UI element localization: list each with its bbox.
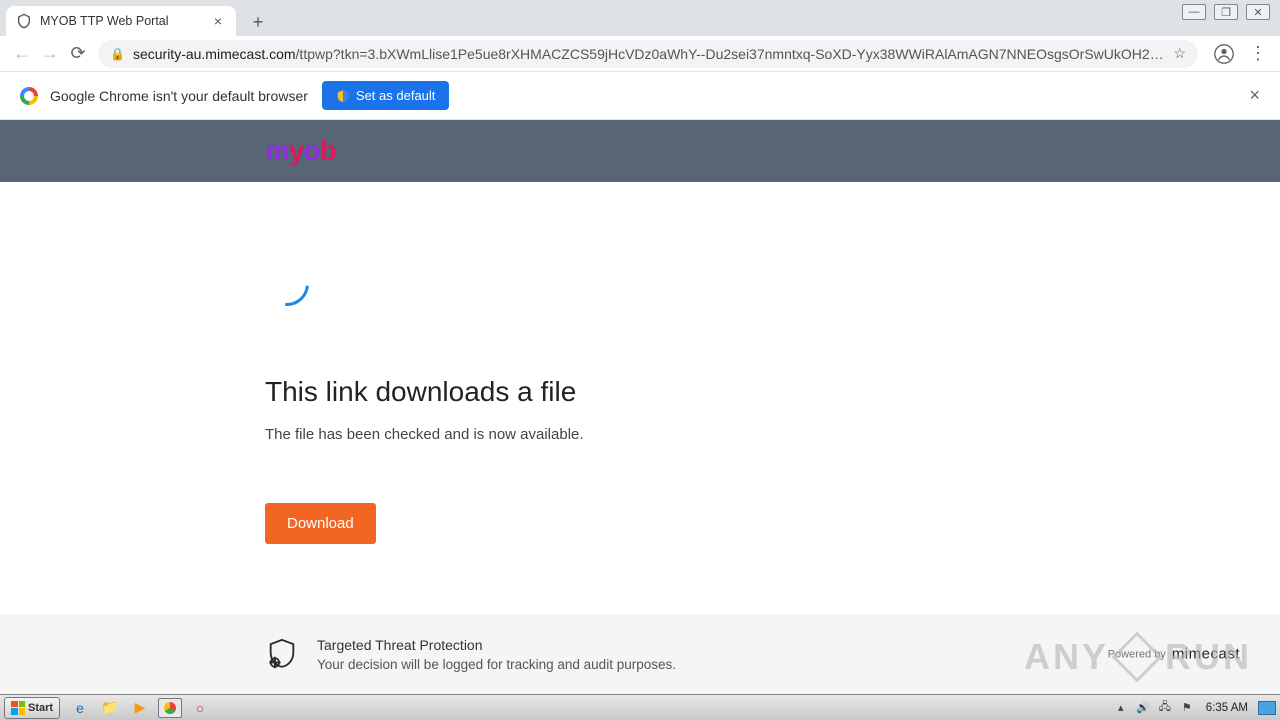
- nav-forward-button[interactable]: →: [36, 40, 64, 68]
- window-minimize-icon[interactable]: —: [1182, 4, 1206, 20]
- bookmark-star-icon[interactable]: ☆: [1173, 45, 1186, 62]
- profile-avatar-icon[interactable]: [1210, 40, 1238, 68]
- footer-note: Your decision will be logged for trackin…: [317, 657, 676, 672]
- url-text: security-au.mimecast.com/ttpwp?tkn=3.bXW…: [133, 46, 1165, 62]
- window-maximize-icon[interactable]: ❐: [1214, 4, 1238, 20]
- new-tab-button[interactable]: +: [244, 8, 272, 36]
- footer-title: Targeted Threat Protection: [317, 637, 676, 653]
- myob-logo: myob: [265, 135, 336, 166]
- powered-by: Powered by mimecast: [1108, 646, 1240, 663]
- tab-favicon-icon: [16, 13, 32, 29]
- site-footer: Targeted Threat Protection Your decision…: [0, 614, 1280, 694]
- taskbar-ie-icon[interactable]: e: [68, 698, 92, 718]
- tab-title: MYOB TTP Web Portal: [40, 14, 169, 28]
- windows-logo-icon: [11, 701, 25, 715]
- tray-clock[interactable]: 6:35 AM: [1200, 699, 1254, 717]
- download-button[interactable]: Download: [265, 503, 376, 544]
- taskbar-opera-icon[interactable]: ○: [188, 698, 212, 718]
- lock-icon: 🔒: [110, 47, 125, 61]
- infobar-message: Google Chrome isn't your default browser: [50, 88, 308, 104]
- page-subtext: The file has been checked and is now ava…: [265, 426, 1280, 443]
- address-bar[interactable]: 🔒 security-au.mimecast.com/ttpwp?tkn=3.b…: [98, 40, 1198, 68]
- site-header: myob: [0, 120, 1280, 182]
- browser-tab-active[interactable]: MYOB TTP Web Portal ×: [6, 6, 236, 36]
- infobar-close-icon[interactable]: ×: [1249, 85, 1260, 106]
- show-desktop-button[interactable]: [1258, 701, 1276, 715]
- window-close-icon[interactable]: ✕: [1246, 4, 1270, 20]
- loading-spinner-icon: [256, 253, 318, 315]
- set-default-button[interactable]: Set as default: [322, 81, 450, 110]
- windows-taskbar: Start e 📁 ▶ ○ ▴ 🔊 🖧 ⚑ 6:35 AM: [0, 694, 1280, 720]
- shield-target-icon: [265, 637, 299, 671]
- taskbar-media-icon[interactable]: ▶: [128, 698, 152, 718]
- nav-reload-button[interactable]: ⟳: [64, 40, 92, 68]
- chrome-menu-icon[interactable]: ⋮: [1244, 40, 1272, 68]
- tab-close-icon[interactable]: ×: [210, 13, 226, 29]
- tray-volume-icon[interactable]: 🔊: [1134, 699, 1152, 717]
- tray-expand-icon[interactable]: ▴: [1112, 699, 1130, 717]
- browser-tabstrip: MYOB TTP Web Portal × + — ❐ ✕: [0, 0, 1280, 36]
- chrome-logo-icon: [20, 87, 38, 105]
- tray-flag-icon[interactable]: ⚑: [1178, 699, 1196, 717]
- default-browser-infobar: Google Chrome isn't your default browser…: [0, 72, 1280, 120]
- taskbar-chrome-icon[interactable]: [158, 698, 182, 718]
- browser-toolbar: ← → ⟳ 🔒 security-au.mimecast.com/ttpwp?t…: [0, 36, 1280, 72]
- page-body: myob This link downloads a file The file…: [0, 120, 1280, 694]
- tray-network-icon[interactable]: 🖧: [1156, 699, 1174, 717]
- mimecast-logo: mimecast: [1172, 646, 1240, 663]
- uac-shield-icon: [336, 89, 350, 103]
- taskbar-explorer-icon[interactable]: 📁: [98, 698, 122, 718]
- page-heading: This link downloads a file: [265, 376, 1280, 408]
- start-button[interactable]: Start: [4, 697, 60, 719]
- nav-back-button[interactable]: ←: [8, 40, 36, 68]
